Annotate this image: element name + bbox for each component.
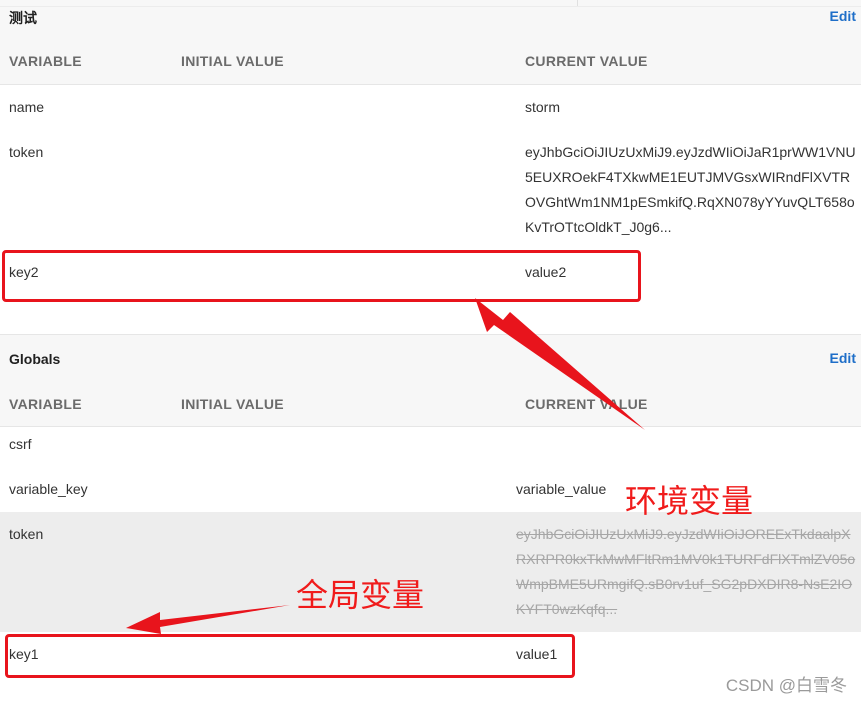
environment-quick-look-panel: 测试 Edit VARIABLE INITIAL VALUE CURRENT V… xyxy=(0,0,861,701)
env-variable-annotation: 环境变量 xyxy=(625,482,754,520)
csdn-watermark: CSDN @白雪冬 xyxy=(725,676,847,695)
arrow-to-key1 xyxy=(126,605,290,634)
arrow-to-key2 xyxy=(475,298,645,430)
global-variable-annotation: 全局变量 xyxy=(296,576,425,614)
annotation-arrows xyxy=(126,298,645,634)
